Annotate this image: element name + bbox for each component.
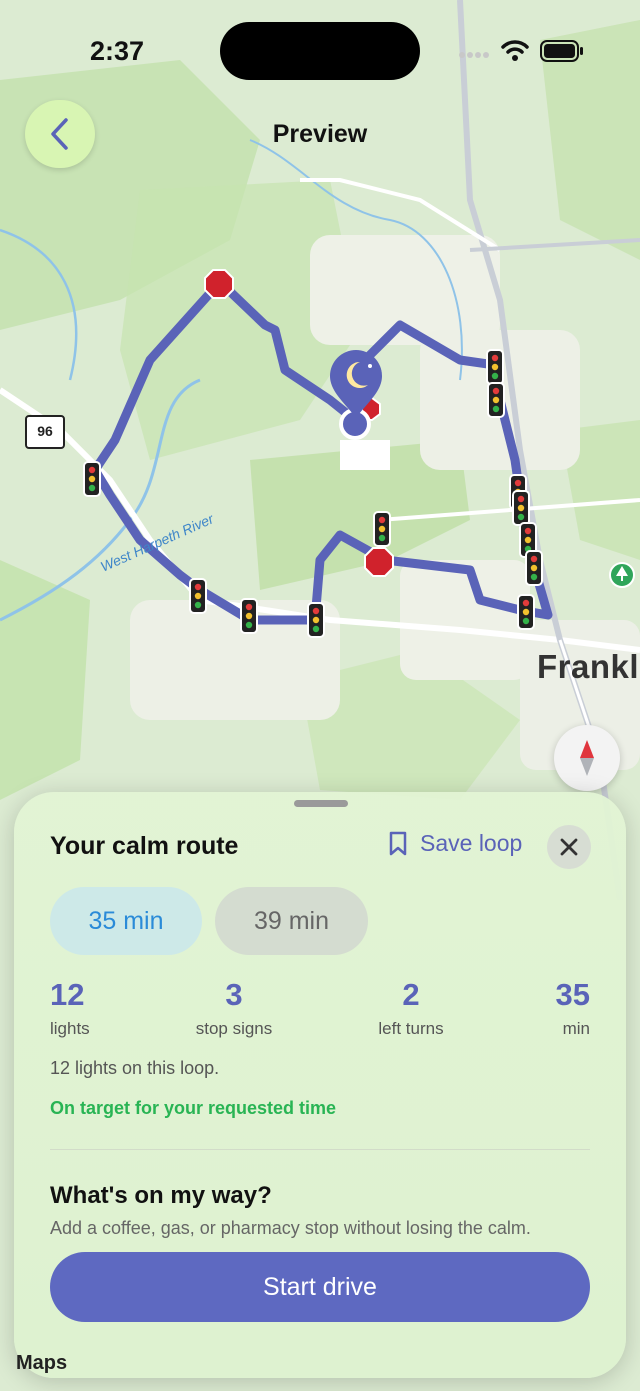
cellular-icon [459, 52, 489, 58]
stat-left-turns: 2 left turns [361, 977, 461, 1039]
traffic-light-icon [525, 550, 543, 586]
section-title: What's on my way? [50, 1182, 272, 1209]
traffic-light-icon [517, 594, 535, 630]
traffic-light-icon [83, 461, 101, 497]
route-option-39[interactable]: 39 min [215, 887, 368, 955]
save-loop-label: Save loop [420, 830, 523, 856]
close-button[interactable] [547, 825, 591, 869]
battery-icon [540, 40, 583, 62]
sheet-title: Your calm route [50, 832, 239, 860]
status-bar: 2:37 [0, 0, 640, 100]
compass-button[interactable] [554, 725, 620, 791]
stat-value: 12 [50, 977, 85, 1012]
stat-value: 35 [555, 977, 590, 1012]
stat-value: 2 [402, 977, 420, 1012]
stat-lights: 12 lights [50, 977, 90, 1039]
start-drive-button[interactable]: Start drive [50, 1252, 590, 1322]
traffic-light-icon [240, 598, 258, 634]
sheet-grabber[interactable] [294, 800, 348, 807]
stat-label: left turns [378, 1019, 444, 1038]
stat-label: stop signs [195, 1019, 273, 1038]
route-note: 12 lights on this loop. [50, 1058, 220, 1078]
section-subtitle: Add a coffee, gas, or pharmacy stop with… [50, 1218, 531, 1238]
stat-label: lights [50, 1019, 90, 1038]
traffic-light-icon [373, 511, 391, 547]
city-label: Frankli [537, 648, 640, 685]
dynamic-island [220, 22, 420, 80]
traffic-light-icon [486, 349, 504, 385]
traffic-light-icon [512, 490, 530, 526]
highway-shield: 96 [25, 415, 65, 449]
target-status: On target for your requested time [50, 1098, 337, 1118]
stop-sign-icon [364, 547, 394, 577]
status-time: 2:37 [90, 36, 145, 66]
stop-sign-icon [204, 269, 234, 299]
maps-logo: Maps [16, 1352, 68, 1374]
traffic-light-icon [307, 602, 325, 638]
traffic-light-icon [189, 578, 207, 614]
wifi-icon [501, 40, 529, 61]
stat-minutes: 35 min [490, 977, 590, 1039]
divider [50, 1149, 590, 1150]
close-icon [560, 838, 578, 856]
stat-label: min [562, 1019, 590, 1038]
route-sheet: Your calm route Save loop 35 min 39 min … [14, 792, 626, 1378]
route-option-35[interactable]: 35 min [50, 887, 202, 955]
save-loop-button[interactable]: Save loop [388, 830, 522, 857]
park-icon [609, 562, 635, 588]
stat-stop-signs: 3 stop signs [184, 977, 284, 1039]
compass-icon [580, 740, 594, 776]
bookmark-icon [389, 831, 407, 855]
stat-value: 3 [225, 977, 243, 1012]
traffic-light-icon [487, 382, 505, 418]
page-title: Preview [272, 120, 368, 148]
